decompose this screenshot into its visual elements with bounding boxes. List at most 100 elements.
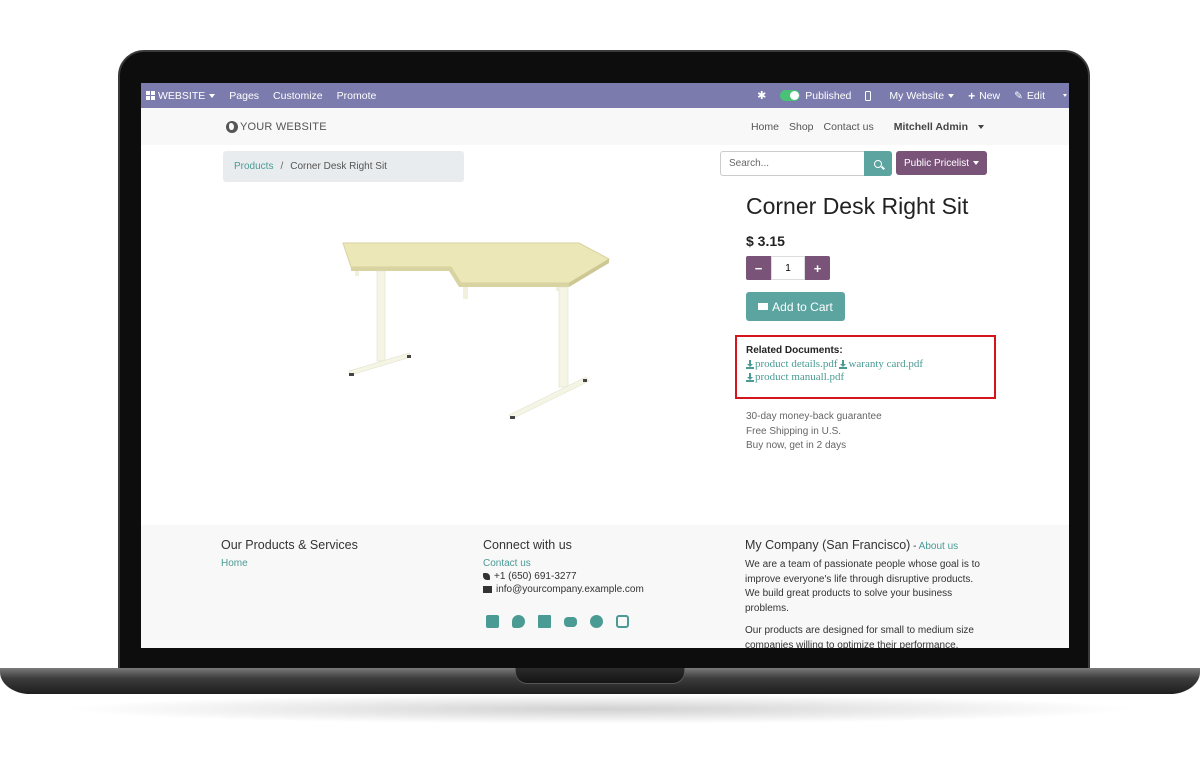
quantity-minus-button[interactable]: − (746, 256, 771, 280)
footer-company-title: My Company (San Francisco) (745, 538, 911, 552)
social-links (486, 615, 642, 628)
search-icon (874, 159, 882, 168)
guarantee-line: Buy now, get in 2 days (746, 440, 847, 451)
browser-screen: WEBSITE Pages Customize Promote ✱ Publis… (141, 83, 1069, 648)
chevron-down-icon (948, 93, 955, 98)
footer-connect-title: Connect with us (483, 538, 572, 552)
linkedin-icon[interactable] (538, 615, 551, 628)
customize-menu[interactable]: Customize (273, 90, 323, 102)
document-name: waranty card.pdf (848, 358, 924, 370)
footer-products-title: Our Products & Services (221, 538, 358, 552)
edit-button[interactable]: ✎ Edit (1014, 90, 1045, 102)
breadcrumb: Products / Corner Desk Right Sit (223, 151, 464, 182)
plus-icon: + (968, 88, 976, 103)
site-footer: Our Products & Services Home Connect wit… (141, 525, 1069, 648)
footer-phone-text: +1 (650) 691-3277 (494, 571, 577, 582)
user-menu[interactable]: Mitchell Admin (884, 121, 984, 133)
footer-company-heading: My Company (San Francisco) - About us (745, 538, 990, 552)
pencil-icon: ✎ (1014, 89, 1023, 102)
nav-home[interactable]: Home (751, 121, 779, 133)
edit-label: Edit (1026, 89, 1045, 102)
debug-bug-icon[interactable]: ✱ (757, 89, 766, 102)
footer-about-link[interactable]: About us (919, 541, 958, 552)
globe-icon (226, 120, 238, 133)
footer-email: info@yourcompany.example.com (483, 584, 644, 595)
footer-company-column: My Company (San Francisco) - About us We… (745, 538, 990, 648)
instagram-icon[interactable] (616, 615, 629, 628)
breadcrumb-separator: / (280, 161, 284, 172)
facebook-icon[interactable] (486, 615, 499, 628)
chevron-down-icon (978, 124, 984, 129)
apps-grid-icon (146, 91, 155, 100)
download-icon (746, 359, 754, 369)
site-header: YOUR WEBSITE Home Shop Contact us Mitche… (141, 108, 1069, 145)
product-guarantees: 30-day money-back guarantee Free Shippin… (746, 410, 882, 454)
footer-connect-column: Connect with us Contact us +1 (650) 691-… (483, 538, 644, 597)
download-icon (839, 359, 848, 369)
product-title: Corner Desk Right Sit (746, 193, 969, 219)
logo-text: YOUR WEBSITE (240, 120, 327, 133)
related-documents: Related Documents: product details.pdf w… (746, 345, 925, 384)
nav-contact[interactable]: Contact us (824, 121, 874, 133)
user-name: Mitchell Admin (893, 120, 968, 133)
envelope-icon (483, 586, 492, 593)
footer-phone: +1 (650) 691-3277 (483, 571, 644, 582)
mobile-icon (865, 90, 872, 101)
nav-shop[interactable]: Shop (789, 121, 814, 133)
search-input[interactable] (720, 151, 864, 176)
laptop-notch (515, 668, 685, 684)
website-menu[interactable]: WEBSITE (146, 89, 216, 102)
admin-bar: WEBSITE Pages Customize Promote ✱ Publis… (141, 83, 1069, 108)
chevron-down-icon (209, 93, 216, 98)
published-label: Published (805, 89, 852, 102)
more-dropdown[interactable] (1059, 94, 1067, 97)
breadcrumb-current: Corner Desk Right Sit (290, 161, 387, 172)
quantity-stepper: − + (746, 256, 830, 280)
github-icon[interactable] (590, 615, 603, 628)
document-link[interactable]: waranty card.pdf (839, 358, 923, 370)
footer-email-text[interactable]: info@yourcompany.example.com (496, 584, 644, 595)
footer-company-description: Our products are designed for small to m… (745, 625, 974, 648)
product-image (342, 242, 611, 420)
add-to-cart-button[interactable]: Add to Cart (746, 292, 845, 321)
document-name: product manuall.pdf (755, 371, 845, 383)
quantity-input[interactable] (771, 256, 805, 280)
phone-icon (483, 573, 490, 580)
main-nav: Home Shop Contact us Mitchell Admin (741, 121, 984, 133)
footer-company-description: We are a team of passionate people whose… (745, 559, 980, 614)
product-price: $ 3.15 (746, 233, 785, 249)
pricelist-dropdown[interactable]: Public Pricelist (896, 151, 987, 175)
mobile-preview-button[interactable] (865, 90, 872, 101)
toggle-switch-icon (780, 90, 801, 101)
document-link[interactable]: product details.pdf (746, 358, 837, 370)
guarantee-line: 30-day money-back guarantee (746, 411, 882, 422)
laptop-shadow (60, 694, 1140, 724)
document-link[interactable]: product manuall.pdf (746, 371, 844, 383)
footer-contact-link[interactable]: Contact us (483, 558, 644, 569)
new-button[interactable]: + New (968, 89, 1000, 103)
publish-toggle[interactable]: Published (780, 90, 851, 102)
my-website-menu[interactable]: My Website (889, 90, 955, 102)
pricelist-label: Public Pricelist (903, 157, 970, 169)
add-to-cart-label: Add to Cart (772, 299, 833, 314)
website-menu-label: WEBSITE (158, 89, 206, 102)
cart-icon (758, 303, 769, 310)
twitter-icon[interactable] (512, 615, 525, 628)
guarantee-line: Free Shipping in U.S. (746, 425, 842, 437)
chevron-down-icon (1063, 94, 1067, 97)
product-search (720, 151, 892, 176)
chevron-down-icon (973, 161, 980, 165)
related-documents-label: Related Documents: (746, 345, 843, 356)
youtube-icon[interactable] (564, 617, 577, 627)
breadcrumb-products-link[interactable]: Products (234, 161, 273, 172)
document-name: product details.pdf (755, 358, 838, 370)
footer-home-link[interactable]: Home (221, 558, 358, 569)
search-button[interactable] (864, 151, 892, 176)
site-logo[interactable]: YOUR WEBSITE (226, 120, 327, 133)
footer-company-title-separator: - (910, 541, 919, 552)
download-icon (746, 372, 754, 382)
pages-menu[interactable]: Pages (229, 90, 259, 102)
footer-products-column: Our Products & Services Home (221, 538, 358, 571)
promote-menu[interactable]: Promote (337, 90, 377, 102)
quantity-plus-button[interactable]: + (805, 256, 830, 280)
